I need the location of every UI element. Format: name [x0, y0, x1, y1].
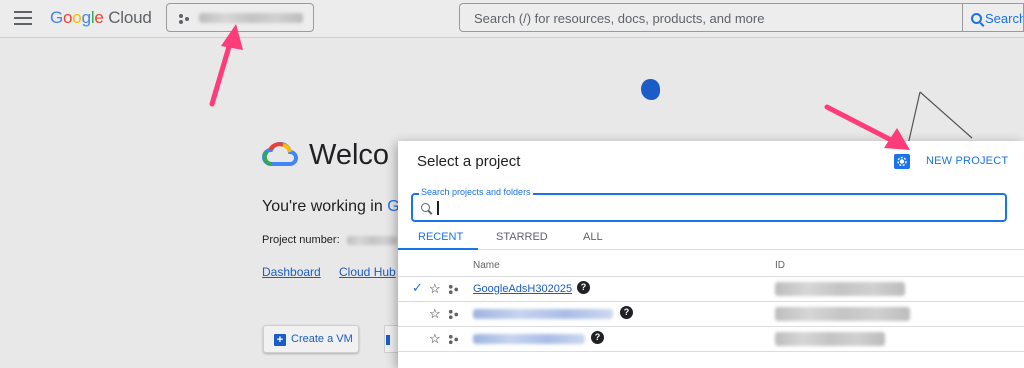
column-header-id[interactable]: ID [775, 260, 785, 271]
project-tabs: RECENT STARRED ALL [398, 225, 1024, 250]
redacted-project-name[interactable] [473, 334, 585, 344]
cloud-hub-link[interactable]: Cloud Hub [339, 265, 396, 279]
project-dots-icon [448, 284, 459, 295]
project-number-label: Project number: [262, 234, 340, 246]
welcome-heading: Welco [309, 139, 390, 171]
partial-button[interactable] [384, 325, 398, 353]
organization-icon[interactable] [894, 154, 910, 169]
redacted-project-id [775, 282, 905, 296]
help-icon[interactable]: ? [577, 281, 590, 294]
search-icon [421, 203, 430, 212]
create-vm-button[interactable]: + Create a VM [263, 325, 359, 353]
star-icon[interactable]: ☆ [429, 306, 441, 322]
select-project-dialog: Select a project NEW PROJECT Search proj… [398, 141, 1024, 368]
help-icon[interactable]: ? [620, 306, 633, 319]
dialog-title: Select a project [417, 153, 521, 170]
search-button-label: Search [985, 11, 1024, 26]
project-dots-icon [448, 309, 459, 320]
plus-icon: + [274, 334, 286, 346]
redacted-project-name[interactable] [473, 309, 613, 319]
redacted-project-name [199, 13, 303, 23]
logo-cloud: Cloud [108, 8, 152, 27]
table-row[interactable]: ✓ ☆ GoogleAdsH302025 ? [398, 277, 1024, 302]
project-dots-icon [179, 14, 189, 24]
new-project-button[interactable]: NEW PROJECT [926, 155, 1008, 167]
google-cloud-icon [262, 141, 298, 166]
redacted-project-id [775, 307, 910, 321]
working-in-prefix: You're working in [262, 198, 383, 215]
star-icon[interactable]: ☆ [429, 281, 441, 297]
project-search-field[interactable]: Search projects and folders [411, 187, 1007, 222]
search-button[interactable]: Search [963, 3, 1024, 32]
logo-google: Google [50, 8, 104, 27]
project-name-link[interactable]: GoogleAdsH302025 [473, 283, 572, 295]
redacted-project-number [347, 236, 397, 245]
dashboard-link[interactable]: Dashboard [262, 265, 321, 279]
project-dots-icon [448, 334, 459, 345]
project-search-input[interactable] [437, 199, 997, 217]
tab-all[interactable]: ALL [583, 231, 603, 243]
table-row[interactable]: ☆ ? [398, 302, 1024, 327]
create-vm-label: Create a VM [291, 333, 353, 345]
star-icon[interactable]: ☆ [429, 331, 441, 347]
table-row[interactable]: ☆ ? [398, 327, 1024, 352]
search-field-label: Search projects and folders [419, 187, 533, 197]
search-input[interactable]: Search (/) for resources, docs, products… [459, 3, 963, 32]
project-number: Project number: [262, 234, 340, 246]
project-picker-button[interactable] [166, 3, 314, 32]
decorative-blob [641, 79, 660, 100]
menu-icon[interactable] [14, 11, 32, 25]
tab-recent[interactable]: RECENT [418, 231, 463, 243]
google-cloud-logo[interactable]: Google Cloud [50, 8, 152, 28]
search-icon [971, 13, 982, 24]
column-header-name[interactable]: Name [473, 260, 500, 271]
checkmark-icon: ✓ [412, 280, 423, 295]
tab-starred[interactable]: STARRED [496, 231, 548, 243]
top-bar: Google Cloud Search (/) for resources, d… [0, 0, 1024, 38]
active-tab-indicator [398, 248, 478, 250]
redacted-project-id [775, 332, 885, 346]
help-icon[interactable]: ? [591, 331, 604, 344]
